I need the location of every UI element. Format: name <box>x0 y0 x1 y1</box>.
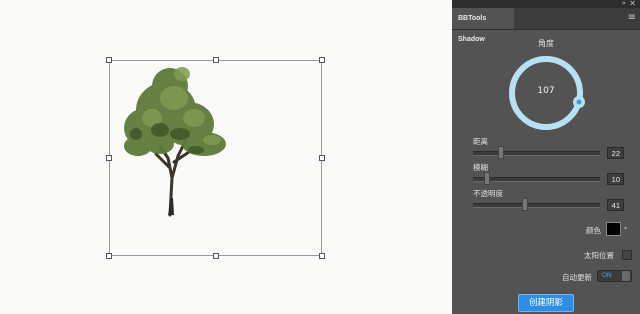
panel-tab-bar: BBTools Shadow ≡ <box>452 8 640 43</box>
transform-handle-bottom[interactable] <box>213 253 219 259</box>
transform-handle-bottom-left[interactable] <box>106 253 112 259</box>
auto-update-label: 自动更新 <box>562 273 592 282</box>
sun-position-checkbox[interactable] <box>622 250 632 260</box>
transform-handle-left[interactable] <box>106 155 112 161</box>
sun-position-label: 太阳位置 <box>584 251 614 260</box>
opacity-label: 不透明度 <box>473 189 503 198</box>
shadow-color-swatch[interactable] <box>606 222 621 236</box>
distance-value[interactable]: 22 <box>607 147 624 159</box>
dial-handle-icon[interactable] <box>573 96 585 108</box>
distance-slider-thumb[interactable] <box>498 146 504 159</box>
distance-slider[interactable] <box>473 146 600 159</box>
document-canvas[interactable] <box>0 0 452 314</box>
create-shadow-button[interactable]: 创建阴影 <box>518 294 574 312</box>
color-label: 颜色 <box>586 226 601 235</box>
transform-handle-right[interactable] <box>319 155 325 161</box>
bbtools-shadow-panel: » ✕ BBTools Shadow ≡ 角度 107 距离 22 模糊 10 … <box>452 0 640 314</box>
blur-slider[interactable] <box>473 172 600 185</box>
opacity-slider[interactable] <box>473 198 600 211</box>
panel-menu-icon[interactable]: ≡ <box>628 12 636 24</box>
opacity-slider-thumb[interactable] <box>522 198 528 211</box>
transform-bounding-box[interactable] <box>106 57 325 259</box>
angle-label: 角度 <box>538 39 554 48</box>
blur-value[interactable]: 10 <box>607 173 624 185</box>
opacity-value[interactable]: 41 <box>607 199 624 211</box>
tab-bbtools-shadow[interactable]: BBTools Shadow <box>452 8 514 43</box>
blur-slider-thumb[interactable] <box>484 172 490 185</box>
transform-handle-top-left[interactable] <box>106 57 112 63</box>
auto-update-toggle[interactable]: ON <box>597 270 632 282</box>
angle-value[interactable]: 107 <box>508 86 584 96</box>
transform-handle-bottom-right[interactable] <box>319 253 325 259</box>
toggle-knob <box>622 271 630 281</box>
collapse-icon[interactable]: » <box>622 0 626 8</box>
close-icon[interactable]: ✕ <box>629 0 636 8</box>
distance-label: 距离 <box>473 137 488 146</box>
panel-title-strip: » ✕ <box>452 0 640 8</box>
transform-handle-top[interactable] <box>213 57 219 63</box>
transform-handle-top-right[interactable] <box>319 57 325 63</box>
chevron-down-icon[interactable]: ▾ <box>624 225 627 232</box>
auto-update-toggle-text: ON <box>602 272 612 279</box>
